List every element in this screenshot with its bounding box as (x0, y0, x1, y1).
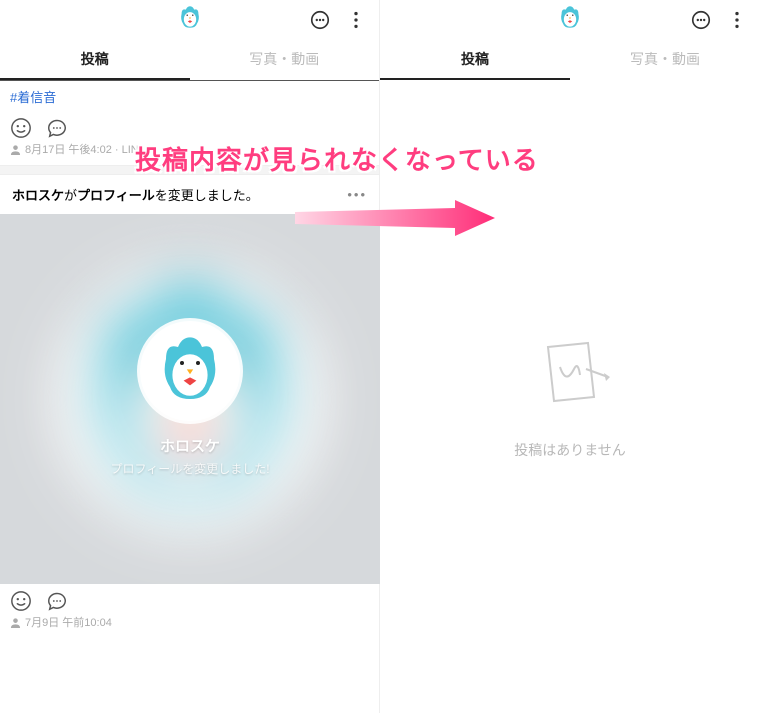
right-topbar (380, 0, 760, 40)
post-menu-icon[interactable]: ••• (347, 187, 367, 202)
hashtag-link[interactable]: #着信音 (10, 90, 56, 105)
post1-actions (0, 111, 379, 141)
post2-timestamp: 7月9日 午前10:04 (25, 614, 112, 630)
divider (0, 165, 379, 175)
profile-sub: プロフィールを変更しました! (110, 460, 269, 477)
empty-doc-icon (530, 334, 610, 414)
empty-text: 投稿はありません (514, 440, 626, 460)
comment-icon[interactable] (46, 117, 68, 139)
hashtag-row: #着信音 (0, 80, 379, 111)
post2-actions (0, 584, 379, 614)
comment-icon[interactable] (46, 590, 68, 612)
post1-timestamp: 8月17日 午後4:02 · LIN (25, 141, 139, 157)
profile-change-row[interactable]: ホロスケがプロフィールを変更しました。 ••• (0, 175, 379, 214)
post2-meta: 7月9日 午前10:04 (0, 614, 379, 638)
react-icon[interactable] (10, 590, 32, 612)
profile-name: ホロスケ (160, 435, 220, 456)
person-icon (10, 144, 21, 155)
left-topbar (0, 0, 379, 40)
profile-change-text: ホロスケがプロフィールを変更しました。 (12, 185, 259, 204)
right-tabs: 投稿 写真・動画 (380, 40, 760, 80)
chat-icon[interactable] (690, 9, 712, 31)
empty-state: 投稿はありません (380, 80, 760, 713)
person-icon (10, 617, 21, 628)
chat-icon[interactable] (309, 9, 331, 31)
profile-avatar-small[interactable] (556, 4, 584, 37)
left-pane: 投稿 写真・動画 #着信音 8月17日 午後4:02 · LIN ホロスケがプロ… (0, 0, 380, 713)
profile-avatar-large (140, 321, 240, 421)
tab-media[interactable]: 写真・動画 (190, 40, 380, 80)
tab-posts[interactable]: 投稿 (0, 40, 190, 80)
profile-card[interactable]: ホロスケ プロフィールを変更しました! (0, 214, 380, 584)
tab-posts[interactable]: 投稿 (380, 40, 570, 80)
more-icon[interactable] (726, 9, 748, 31)
right-pane: 投稿 写真・動画 投稿はありません (380, 0, 760, 713)
post1-meta: 8月17日 午後4:02 · LIN (0, 141, 379, 165)
tab-media[interactable]: 写真・動画 (570, 40, 760, 80)
more-icon[interactable] (345, 9, 367, 31)
profile-avatar-small[interactable] (176, 4, 204, 37)
react-icon[interactable] (10, 117, 32, 139)
left-tabs: 投稿 写真・動画 (0, 40, 379, 80)
